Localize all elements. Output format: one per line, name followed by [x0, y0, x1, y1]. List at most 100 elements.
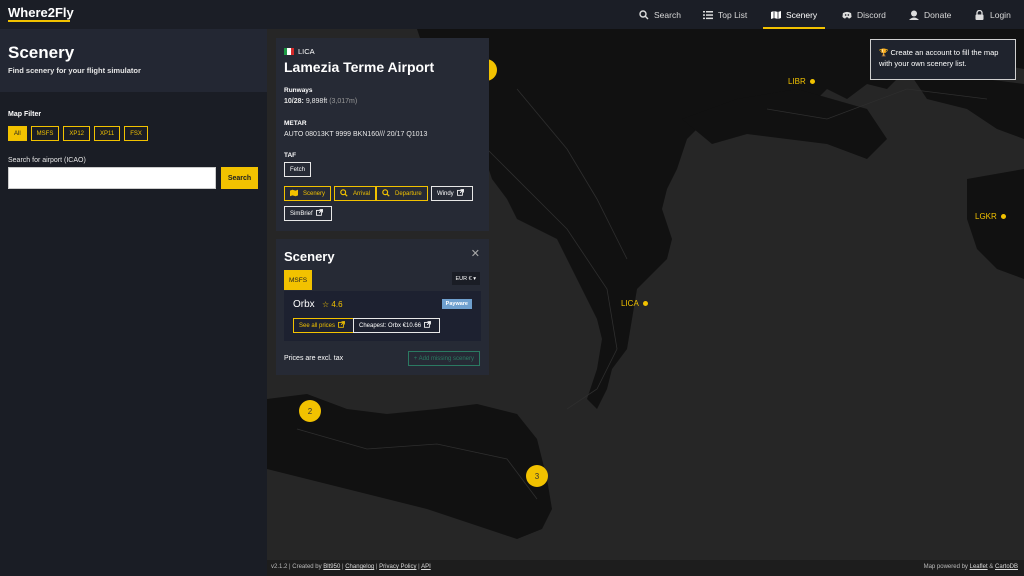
- metar-text: AUTO 08013KT 9999 BKN160/// 20/17 Q1013: [284, 131, 428, 138]
- footer-changelog-link[interactable]: Changelog: [345, 564, 374, 570]
- airport-marker-lgkr[interactable]: LGKR: [975, 212, 1006, 221]
- attribution-amp: &: [989, 564, 994, 570]
- map-attribution: Map powered by Leaflet & CartoDB: [924, 564, 1018, 570]
- page-subtitle: Find scenery for your flight simulator: [8, 66, 141, 75]
- filter-msfs-button[interactable]: MSFS: [30, 126, 60, 141]
- footer-privacy-link[interactable]: Privacy Policy: [379, 564, 416, 570]
- nav-login[interactable]: Login: [975, 0, 1011, 29]
- scenery-button[interactable]: Scenery: [284, 186, 332, 201]
- see-all-prices-button[interactable]: See all prices: [293, 318, 355, 333]
- list-icon: [703, 10, 713, 20]
- airport-search-label: Search for airport (ICAO): [8, 157, 86, 164]
- simbrief-button[interactable]: SimBrief: [284, 206, 332, 221]
- logo-underline: [8, 20, 70, 22]
- airport-dot: [642, 301, 648, 306]
- external-link-icon: [315, 208, 326, 219]
- payware-badge: Payware: [441, 299, 472, 309]
- external-link-icon: [424, 320, 434, 331]
- search-button[interactable]: Search: [221, 167, 258, 189]
- trophy-icon: 🏆: [879, 48, 889, 57]
- filter-all-button[interactable]: All: [8, 126, 27, 141]
- airport-dot: [809, 79, 815, 84]
- cartodb-link[interactable]: CartoDB: [995, 564, 1018, 570]
- runway-id: 10/28:: [284, 98, 304, 105]
- nav-top-list-label: Top List: [718, 9, 748, 20]
- scenery-vendor-card: Orbx ☆ 4.6 Payware See all prices Cheape…: [284, 291, 481, 341]
- account-tooltip-text: Create an account to fill the map with y…: [879, 48, 999, 68]
- nav-top-list[interactable]: Top List: [703, 0, 747, 29]
- map-cluster-marker[interactable]: 3: [526, 465, 548, 487]
- map-icon: [771, 10, 781, 20]
- departure-button-label: Departure: [395, 190, 422, 197]
- airport-info-panel: LICA Lamezia Terme Airport Runways 10/28…: [276, 38, 489, 231]
- scenery-panel: Scenery ✕ MSFS EUR € ▾ Orbx ☆ 4.6 Paywar…: [276, 239, 489, 375]
- search-icon: [340, 188, 350, 199]
- currency-select[interactable]: EUR € ▾: [451, 272, 480, 285]
- arrival-button-label: Arrival: [353, 190, 371, 197]
- sidebar-header: Scenery Find scenery for your flight sim…: [0, 29, 267, 92]
- logo[interactable]: Where2Fly: [8, 5, 74, 20]
- map-icon: [290, 189, 300, 199]
- map-powered-text: Map powered by: [923, 564, 968, 570]
- nav-scenery[interactable]: Scenery: [762, 0, 826, 29]
- lock-icon: [975, 9, 985, 20]
- discord-icon: [842, 10, 852, 20]
- tax-note: Prices are excl. tax: [284, 355, 344, 362]
- airport-marker-label: LGKR: [975, 212, 997, 221]
- donate-icon: [909, 10, 919, 20]
- footer-api-link[interactable]: API: [421, 564, 431, 570]
- airport-marker-lica[interactable]: LICA: [621, 299, 648, 308]
- arrival-button[interactable]: Arrival: [334, 186, 377, 201]
- vendor-rating: ☆ 4.6: [322, 300, 343, 309]
- runway-length-ft: 9,898ft: [305, 98, 328, 105]
- tab-msfs[interactable]: MSFS: [284, 270, 312, 290]
- see-all-prices-label: See all prices: [299, 322, 336, 329]
- footer-version: v2.1.2: [271, 564, 288, 570]
- runway-info: 10/28: 9,898ft (3,017m): [284, 98, 357, 105]
- italy-flag-icon: [284, 48, 294, 55]
- footer-author-link[interactable]: Blt950: [323, 564, 340, 570]
- windy-button[interactable]: Windy: [431, 186, 473, 201]
- cheapest-price-button[interactable]: Cheapest: Orbx €10.66: [353, 318, 441, 333]
- filter-xp12-button[interactable]: XP12: [63, 126, 91, 141]
- airport-search-input[interactable]: [8, 167, 216, 189]
- airport-marker-label: LIBR: [788, 77, 806, 86]
- map-cluster-marker[interactable]: 2: [299, 400, 321, 422]
- nav-discord[interactable]: Discord: [842, 0, 886, 29]
- sidebar: Scenery Find scenery for your flight sim…: [0, 29, 267, 576]
- metar-label: METAR: [284, 120, 307, 127]
- leaflet-link[interactable]: Leaflet: [970, 564, 988, 570]
- departure-button[interactable]: Departure: [376, 186, 428, 201]
- filter-fsx-button[interactable]: FSX: [124, 126, 148, 141]
- nav-search-label: Search: [654, 9, 681, 20]
- star-icon: ☆: [322, 300, 330, 309]
- nav-search[interactable]: Search: [639, 0, 681, 29]
- nav-donate[interactable]: Donate: [909, 0, 951, 29]
- windy-button-label: Windy: [437, 190, 454, 197]
- currency-value: EUR €: [455, 275, 472, 282]
- footer-created-by: Created by: [292, 564, 322, 570]
- search-icon: [639, 9, 649, 20]
- nav-discord-label: Discord: [857, 9, 886, 20]
- footer-credits: v2.1.2 | Created by Blt950 | Changelog |…: [271, 564, 431, 570]
- close-icon[interactable]: ✕: [471, 247, 480, 260]
- airport-marker-label: LICA: [621, 299, 639, 308]
- map-filter-group: All MSFS XP12 XP11 FSX: [8, 126, 148, 141]
- filter-xp11-button[interactable]: XP11: [94, 126, 121, 141]
- nav-login-label: Login: [990, 9, 1011, 20]
- cheapest-price-label: Cheapest: Orbx €10.66: [359, 322, 422, 329]
- taf-fetch-label: Fetch: [290, 166, 306, 173]
- external-link-icon: [456, 188, 467, 199]
- map-filter-label: Map Filter: [8, 111, 42, 118]
- account-tooltip: 🏆 Create an account to fill the map with…: [870, 39, 1016, 80]
- external-link-icon: [338, 320, 348, 331]
- taf-fetch-button[interactable]: Fetch: [284, 162, 312, 177]
- runways-label: Runways: [284, 87, 313, 94]
- vendor-rating-value: 4.6: [331, 300, 343, 309]
- search-icon: [382, 188, 392, 199]
- runway-length-m: (3,017m): [329, 98, 358, 105]
- simbrief-button-label: SimBrief: [290, 210, 313, 217]
- airport-marker-libr[interactable]: LIBR: [788, 77, 815, 86]
- add-missing-scenery-button[interactable]: + Add missing scenery: [407, 351, 480, 366]
- taf-label: TAF: [284, 152, 297, 159]
